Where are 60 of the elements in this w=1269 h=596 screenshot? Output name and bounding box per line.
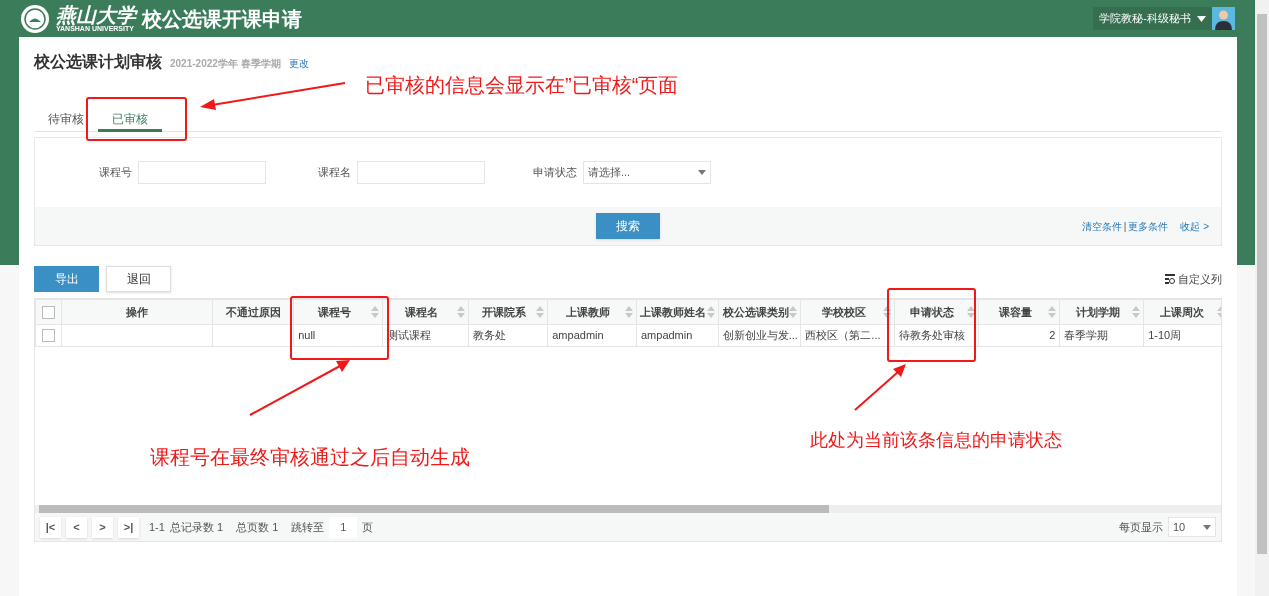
logo-text: 燕山大学 bbox=[56, 5, 136, 25]
collapse-link[interactable]: 收起 > bbox=[1180, 218, 1209, 234]
page-button[interactable]: < bbox=[66, 516, 87, 538]
page-button[interactable]: > bbox=[92, 516, 113, 538]
university-emblem-icon bbox=[20, 3, 50, 34]
export-button[interactable]: 导出 bbox=[34, 266, 99, 292]
annotation-text: 课程号在最终审核通过之后自动生成 bbox=[150, 445, 470, 470]
filter-field[interactable] bbox=[357, 161, 485, 184]
total-records: 总记录数 1 bbox=[169, 519, 224, 535]
return-button[interactable]: 退回 bbox=[106, 266, 171, 292]
annotation-text: 已审核的信息会显示在”已审核“页面 bbox=[365, 73, 679, 98]
select-all-checkbox[interactable] bbox=[42, 305, 56, 319]
status-select[interactable]: 请选择... bbox=[583, 161, 711, 184]
table-cell: 教务处 bbox=[472, 329, 506, 342]
tab[interactable]: 已审核 bbox=[98, 108, 162, 132]
annotation-arrow bbox=[854, 364, 906, 411]
caret-icon bbox=[1197, 15, 1206, 22]
avatar-icon[interactable] bbox=[1212, 7, 1235, 30]
table-cell: 春季学期 bbox=[1064, 329, 1109, 342]
change-link[interactable]: 更改 bbox=[288, 56, 309, 71]
search-button[interactable]: 搜索 bbox=[596, 213, 660, 239]
table-cell: ampadmin bbox=[641, 329, 693, 342]
jump-label: 跳转至 bbox=[291, 519, 325, 535]
more-filters-link[interactable]: 更多条件 bbox=[1128, 218, 1169, 234]
caret-icon bbox=[698, 170, 706, 175]
table-cell: null bbox=[298, 329, 316, 342]
separator-text: | bbox=[1123, 219, 1127, 234]
sort-icon[interactable] bbox=[966, 305, 975, 319]
table-cell: 1-10周 bbox=[1148, 329, 1182, 342]
sort-icon[interactable] bbox=[883, 305, 892, 319]
total-pages: 总页数 1 bbox=[236, 519, 279, 535]
per-page-label: 每页显示 bbox=[1119, 519, 1163, 535]
term-label: 2021-2022学年 春季学期 bbox=[170, 57, 281, 71]
page-button[interactable]: |< bbox=[40, 516, 61, 538]
filter-label: 申请状态 bbox=[533, 165, 577, 181]
page-title: 校公选课计划审核 bbox=[34, 52, 162, 72]
vertical-scrollbar[interactable] bbox=[1255, 0, 1269, 596]
horizontal-scrollbar[interactable] bbox=[35, 505, 1221, 513]
per-page-select[interactable]: 10 bbox=[1168, 517, 1216, 537]
annotation-text: 此处为当前该条信息的申请状态 bbox=[810, 429, 1062, 452]
user-menu[interactable]: 学院教秘-科级秘书 bbox=[1093, 7, 1212, 30]
columns-icon bbox=[1165, 274, 1175, 284]
table-cell: 2 bbox=[1049, 329, 1056, 342]
page-unit: 页 bbox=[362, 519, 374, 535]
filter-label: 课程名 bbox=[318, 165, 351, 181]
page-button[interactable]: >| bbox=[118, 516, 139, 538]
customize-columns-button[interactable]: 自定义列 bbox=[1165, 270, 1222, 288]
tab[interactable]: 待审核 bbox=[34, 108, 98, 132]
record-range: 1-1 bbox=[149, 519, 165, 535]
table-cell: 创新创业与发... bbox=[722, 329, 798, 342]
caret-icon bbox=[1203, 524, 1211, 530]
row-checkbox[interactable] bbox=[42, 329, 56, 342]
table-cell: 待教务处审核 bbox=[899, 329, 966, 342]
clear-filters-link[interactable]: 清空条件 bbox=[1081, 218, 1122, 234]
filter-field[interactable] bbox=[138, 161, 266, 184]
page-number-field[interactable]: 1 bbox=[329, 516, 358, 538]
table-cell: ampadmin bbox=[552, 329, 604, 342]
table-cell: 西校区（第二... bbox=[805, 329, 881, 342]
app-title: 校公选课开课申请 bbox=[142, 6, 302, 32]
filter-label: 课程号 bbox=[99, 165, 132, 181]
